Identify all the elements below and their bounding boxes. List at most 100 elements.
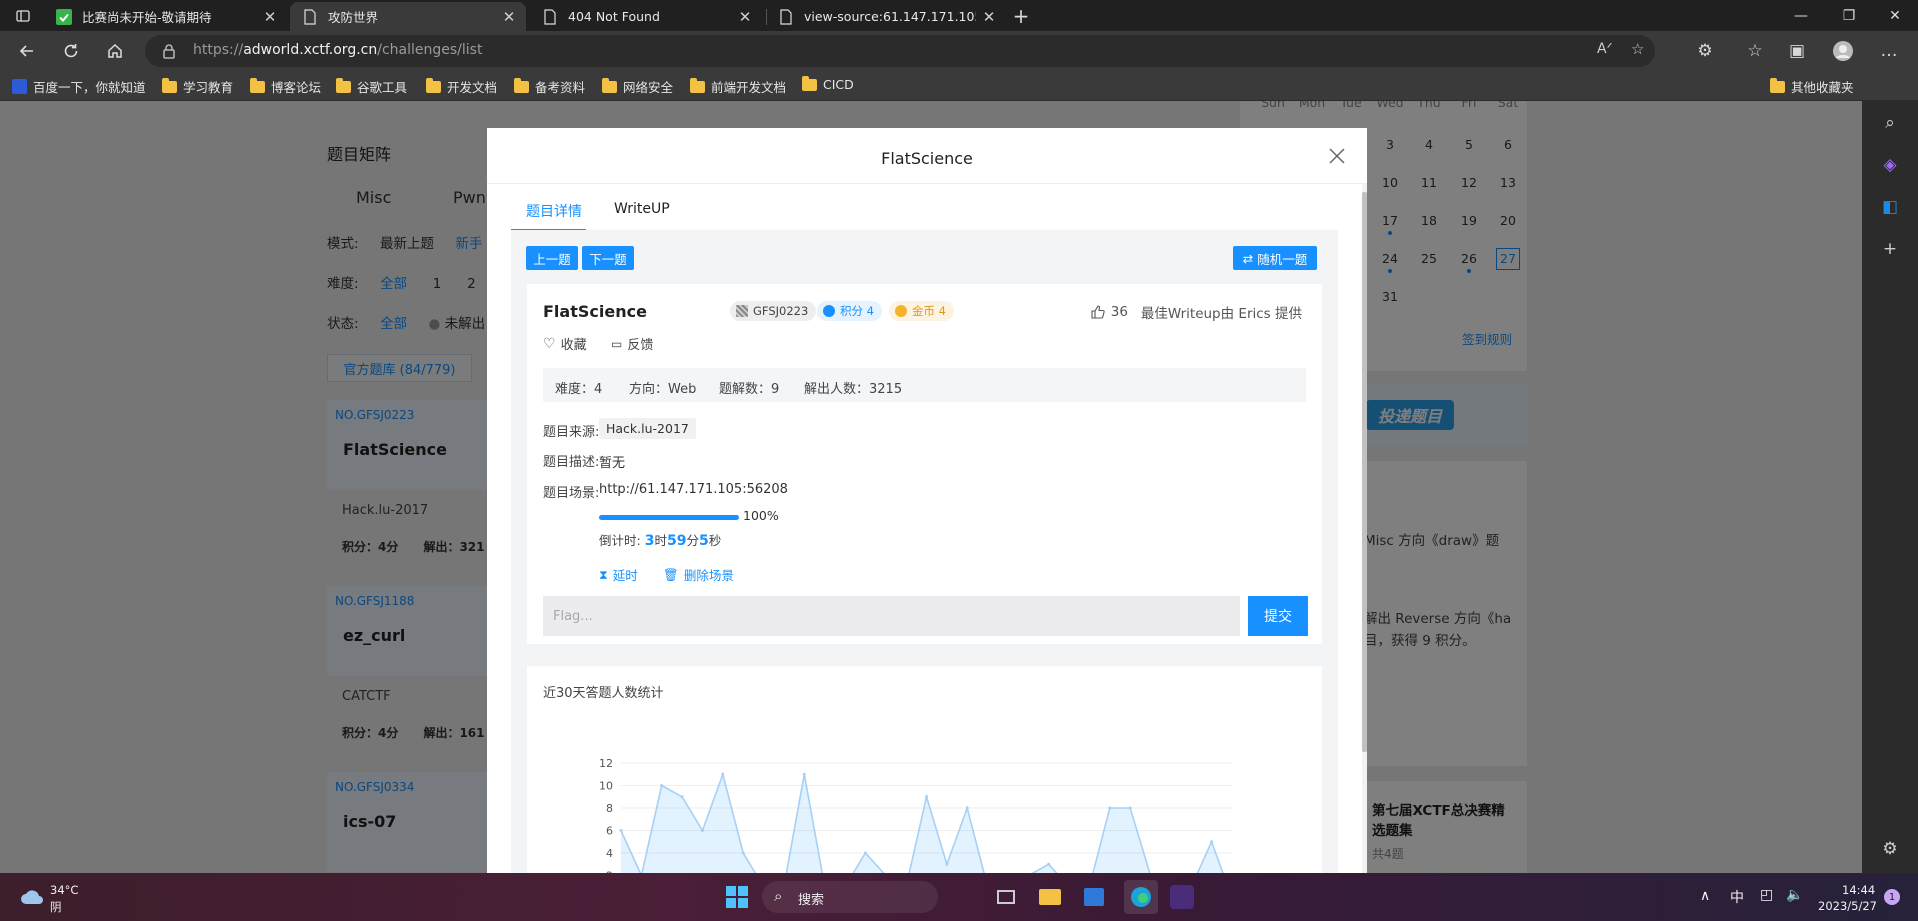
edge-taskbar-icon[interactable] (1124, 880, 1158, 914)
coin-icon (895, 305, 907, 317)
browser-tab-1[interactable]: 比赛尚未开始-敬请期待 ✕ (44, 2, 287, 31)
chart-point[interactable] (680, 795, 684, 799)
minimize-icon[interactable]: — (1778, 0, 1824, 31)
next-challenge-button[interactable]: 下一题 (582, 246, 634, 270)
bookmark-baidu[interactable]: 百度一下，你就知道 (12, 77, 146, 96)
browser-tab-2[interactable]: 攻防世界 ✕ (290, 2, 526, 31)
bookmarks-bar: 百度一下，你就知道 学习教育 博客论坛 谷歌工具 开发文档 备考资料 网络安全 … (0, 71, 1918, 101)
delete-scene-button[interactable]: 🗑 删除场景 (663, 565, 734, 584)
favorites-icon[interactable]: ☆ (1740, 37, 1770, 65)
nox-icon[interactable] (1168, 883, 1196, 911)
outlook-icon[interactable]: ◧ (1878, 195, 1902, 219)
chart-point[interactable] (721, 772, 725, 776)
chart-point[interactable] (741, 851, 745, 855)
start-icon[interactable] (723, 883, 751, 911)
close-icon[interactable] (1327, 146, 1347, 166)
task-view-icon[interactable] (992, 883, 1020, 911)
close-tab-icon[interactable]: ✕ (738, 8, 752, 26)
home-icon[interactable] (100, 37, 130, 65)
browser-tab-4[interactable]: view-source:61.147.171.105:6542 ✕ (766, 2, 1006, 31)
back-icon[interactable] (12, 37, 42, 65)
tab-challenge-detail[interactable]: 题目详情 (526, 201, 582, 221)
folder-icon (1770, 77, 1785, 93)
refresh-icon[interactable] (56, 37, 86, 65)
browser-tab-3[interactable]: 404 Not Found ✕ (530, 2, 762, 31)
search-icon[interactable]: ⌕ (1878, 111, 1902, 135)
clock-time[interactable]: 14:44 (1842, 883, 1875, 897)
scene-url[interactable]: http://61.147.171.105:56208 (599, 482, 788, 497)
close-tab-icon[interactable]: ✕ (982, 8, 996, 26)
bookmark-folder[interactable]: 谷歌工具 (336, 77, 407, 96)
favorite-button[interactable]: ♡ 收藏 (543, 334, 587, 354)
read-aloud-icon[interactable]: Aᐟ (1597, 41, 1613, 57)
restore-icon[interactable]: ❐ (1826, 0, 1872, 31)
score-badge: 积分 4 (817, 301, 882, 321)
chart-y-tick-label: 10 (599, 780, 613, 793)
bookmark-folder[interactable]: 博客论坛 (250, 77, 321, 96)
green-check-favicon (56, 8, 72, 25)
store-icon[interactable] (1080, 883, 1108, 911)
address-bar[interactable]: https://adworld.xctf.org.cn/challenges/l… (145, 35, 1655, 67)
chart-point[interactable] (802, 772, 806, 776)
modal-scrollbar[interactable] (1362, 184, 1367, 873)
notification-badge[interactable]: 1 (1884, 889, 1900, 905)
tab-title: 比赛尚未开始-敬请期待 (82, 10, 212, 25)
bookmark-folder[interactable]: 前端开发文档 (690, 77, 786, 96)
folder-icon (690, 77, 705, 93)
submit-flag-button[interactable]: 提交 (1248, 596, 1308, 636)
add-sidebar-app-icon[interactable]: + (1878, 237, 1902, 261)
close-tab-icon[interactable]: ✕ (502, 8, 516, 26)
random-challenge-button[interactable]: ⇄ 随机一题 (1233, 246, 1317, 270)
chart-point[interactable] (1128, 806, 1132, 810)
bookmark-folder[interactable]: 网络安全 (602, 77, 673, 96)
chart-point[interactable] (619, 829, 623, 832)
extensions-icon[interactable]: ⚙ (1690, 37, 1720, 65)
tab-writeup[interactable]: WriteUP (614, 201, 670, 217)
hourglass-icon: ⧗ (599, 566, 608, 582)
chart-point[interactable] (1210, 840, 1214, 844)
collections-icon[interactable]: ▣ (1782, 37, 1812, 65)
profile-avatar[interactable] (1828, 37, 1858, 65)
flag-input[interactable] (543, 596, 1240, 636)
tab-strip: 比赛尚未开始-敬请期待 ✕ 攻防世界 ✕ 404 Not Found ✕ vie… (0, 0, 1918, 31)
other-bookmarks[interactable]: 其他收藏夹 (1770, 77, 1854, 96)
edge-sidebar: ⌕ ◈ ◧ + ⚙ (1862, 101, 1918, 873)
coin-badge: 金币 4 (889, 301, 954, 321)
close-window-icon[interactable]: ✕ (1872, 0, 1918, 31)
more-menu-icon[interactable]: … (1874, 37, 1904, 65)
scrollbar-thumb[interactable] (1362, 192, 1367, 752)
folder-icon (250, 77, 265, 93)
weather-icon[interactable] (18, 883, 46, 911)
copilot-icon[interactable]: ◈ (1878, 153, 1902, 177)
chart-point[interactable] (863, 851, 867, 855)
show-hidden-icons[interactable]: ∧ (1700, 888, 1710, 904)
thumbs-up-icon[interactable] (1091, 305, 1105, 319)
chart-point[interactable] (1047, 862, 1051, 866)
chart-point[interactable] (1108, 806, 1112, 810)
close-tab-icon[interactable]: ✕ (263, 8, 277, 26)
lock-icon[interactable] (161, 43, 177, 59)
new-tab-icon[interactable]: + (1006, 2, 1036, 30)
file-explorer-icon[interactable] (1036, 883, 1064, 911)
chart-point[interactable] (945, 862, 949, 866)
chart-point[interactable] (660, 784, 664, 787)
sidebar-settings-icon[interactable]: ⚙ (1878, 837, 1902, 861)
taskbar-search[interactable]: ⌕ 搜索 (762, 881, 938, 913)
add-favorite-icon[interactable]: ☆ (1631, 40, 1644, 58)
network-icon[interactable]: ◰ (1760, 887, 1773, 903)
volume-icon[interactable]: 🔈 (1786, 887, 1803, 903)
ime-indicator[interactable]: 中 (1730, 887, 1744, 907)
bookmark-folder[interactable]: CICD (802, 75, 854, 92)
stat-direction: 方向：Web (629, 382, 697, 397)
prev-challenge-button[interactable]: 上一题 (526, 246, 578, 270)
feedback-button[interactable]: ▭ 反馈 (611, 334, 653, 354)
bookmark-folder[interactable]: 备考资料 (514, 77, 585, 96)
tab-actions-icon[interactable] (8, 2, 38, 30)
chart-point[interactable] (965, 806, 969, 810)
bookmark-folder[interactable]: 学习教育 (162, 77, 233, 96)
bookmark-folder[interactable]: 开发文档 (426, 77, 497, 96)
chart-point[interactable] (925, 795, 928, 799)
chart-point[interactable] (701, 829, 704, 832)
clock-date[interactable]: 2023/5/27 (1818, 899, 1877, 913)
extend-button[interactable]: ⧗ 延时 (599, 565, 638, 584)
